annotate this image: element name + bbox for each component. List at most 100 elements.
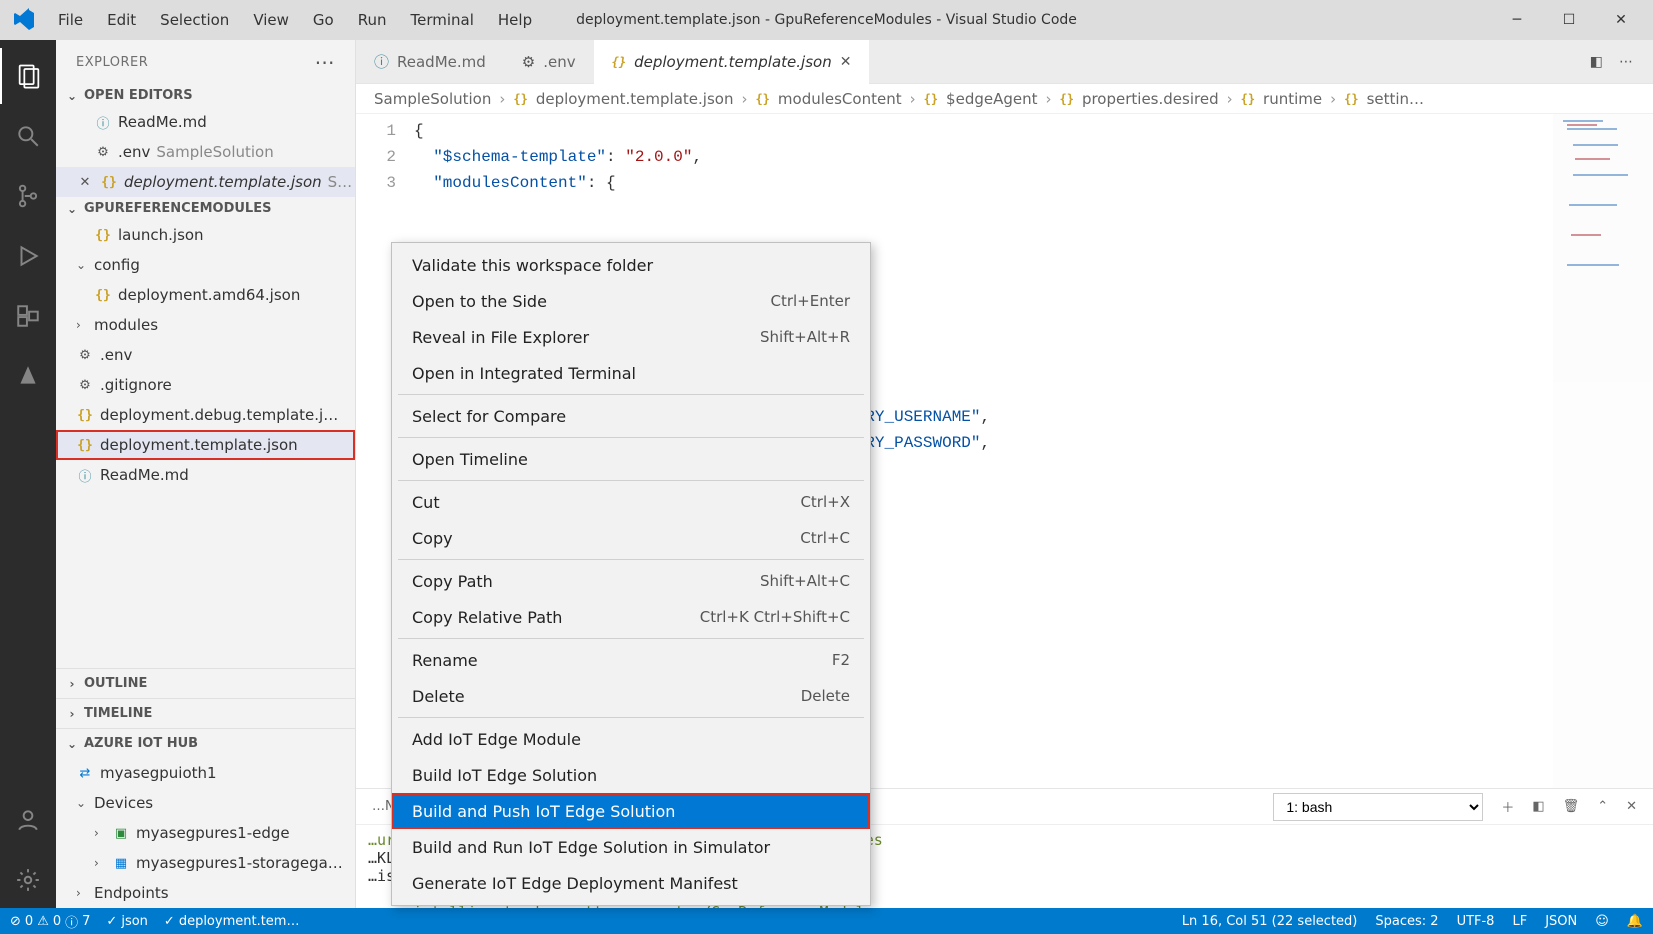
status-cursor[interactable]: Ln 16, Col 51 (22 selected)	[1182, 914, 1358, 929]
breadcrumb-item[interactable]: runtime	[1263, 90, 1322, 108]
open-editor-env[interactable]: ⚙ .env SampleSolution	[56, 137, 355, 167]
split-editor-icon[interactable]: ◧	[1590, 54, 1603, 70]
menu-item-label: Build and Push IoT Edge Solution	[412, 802, 675, 821]
context-menu-item[interactable]: Copy PathShift+Alt+C	[392, 563, 870, 599]
breadcrumb-item[interactable]: settin…	[1367, 90, 1424, 108]
breadcrumb-item[interactable]: properties.desired	[1082, 90, 1219, 108]
json-icon: {}	[94, 286, 112, 304]
kill-terminal-icon[interactable]: 🗑	[1563, 799, 1580, 814]
status-json-schema[interactable]: ✓ json	[106, 914, 147, 929]
breadcrumb-item[interactable]: deployment.template.json	[536, 90, 734, 108]
breadcrumb-item[interactable]: $edgeAgent	[946, 90, 1037, 108]
gear-icon: ⚙	[76, 346, 94, 364]
status-errors[interactable]: ⊘0 ⚠0 ⓘ7	[10, 912, 90, 931]
info-icon: ⓘ	[374, 51, 389, 72]
device-storage[interactable]: ›▦myasegpures1-storagega…	[56, 848, 355, 878]
file-readme[interactable]: ⓘReadMe.md	[56, 460, 355, 490]
outline-section[interactable]: ›OUTLINE	[56, 668, 355, 698]
context-menu-item[interactable]: Build and Run IoT Edge Solution in Simul…	[392, 829, 870, 865]
context-menu-item[interactable]: RenameF2	[392, 642, 870, 678]
menu-item-label: Copy Relative Path	[412, 608, 562, 627]
json-icon: {}	[76, 436, 94, 454]
activity-settings-icon[interactable]	[0, 852, 56, 908]
menu-item-label: Reveal in File Explorer	[412, 328, 589, 347]
tab-env[interactable]: ⚙.env	[504, 40, 594, 84]
context-menu-item[interactable]: Validate this workspace folder	[392, 247, 870, 283]
file-deployment-amd64[interactable]: {}deployment.amd64.json	[56, 280, 355, 310]
explorer-more-icon[interactable]: ⋯	[315, 50, 336, 74]
activity-explorer-icon[interactable]	[0, 48, 56, 104]
activity-debug-icon[interactable]	[0, 228, 56, 284]
activity-source-control-icon[interactable]	[0, 168, 56, 224]
folder-label: config	[94, 256, 140, 274]
status-encoding[interactable]: UTF-8	[1457, 914, 1495, 929]
workspace-section[interactable]: ⌄ GPUREFERENCEMODULES	[56, 197, 355, 220]
context-menu-item[interactable]: CopyCtrl+C	[392, 520, 870, 556]
context-menu-item[interactable]: Reveal in File Explorer Shift+Alt+R	[392, 319, 870, 355]
maximize-panel-icon[interactable]: ⌃	[1597, 799, 1608, 814]
menu-go[interactable]: Go	[303, 7, 344, 33]
file-env[interactable]: ⚙.env	[56, 340, 355, 370]
status-eol[interactable]: LF	[1512, 914, 1527, 929]
activity-search-icon[interactable]	[0, 108, 56, 164]
azure-iot-section[interactable]: ⌄AZURE IOT HUB	[56, 728, 355, 758]
terminal-select[interactable]: 1: bash	[1273, 793, 1483, 821]
status-feedback-icon[interactable]: ☺	[1595, 914, 1609, 929]
context-menu-item[interactable]: Generate IoT Edge Deployment Manifest	[392, 865, 870, 901]
file-deployment-debug-template[interactable]: {}deployment.debug.template.j…	[56, 400, 355, 430]
status-lang[interactable]: JSON	[1545, 914, 1577, 929]
context-menu-item[interactable]: Build and Push IoT Edge Solution	[392, 793, 870, 829]
tab-readme[interactable]: ⓘReadMe.md	[356, 40, 504, 84]
context-menu-item[interactable]: Copy Relative PathCtrl+K Ctrl+Shift+C	[392, 599, 870, 635]
timeline-section[interactable]: ›TIMELINE	[56, 698, 355, 728]
open-editor-deployment-template[interactable]: ✕ {} deployment.template.json S…	[56, 167, 355, 197]
split-terminal-icon[interactable]: ◧	[1532, 799, 1544, 814]
iot-hub[interactable]: ⇄myasegpuioth1	[56, 758, 355, 788]
open-editor-readme[interactable]: ⓘ ReadMe.md	[56, 107, 355, 137]
file-deployment-template[interactable]: {}deployment.template.json	[56, 430, 355, 460]
maximize-button[interactable]: ☐	[1545, 4, 1593, 36]
menu-run[interactable]: Run	[348, 7, 397, 33]
activity-azure-icon[interactable]	[0, 348, 56, 404]
new-terminal-icon[interactable]: ＋	[1501, 797, 1514, 816]
context-menu-item[interactable]: Add IoT Edge Module	[392, 721, 870, 757]
open-editors-section[interactable]: ⌄ OPEN EDITORS	[56, 84, 355, 107]
menu-shortcut: Shift+Alt+R	[760, 328, 850, 346]
status-deploy[interactable]: ✓ deployment.tem…	[164, 914, 300, 929]
close-icon[interactable]: ✕	[76, 173, 94, 191]
context-menu-item[interactable]: CutCtrl+X	[392, 484, 870, 520]
more-actions-icon[interactable]: ⋯	[1619, 54, 1633, 70]
file-gitignore[interactable]: ⚙.gitignore	[56, 370, 355, 400]
menu-view[interactable]: View	[243, 7, 299, 33]
close-panel-icon[interactable]: ✕	[1626, 799, 1637, 814]
close-icon[interactable]: ✕	[840, 54, 852, 70]
context-menu-item[interactable]: Build IoT Edge Solution	[392, 757, 870, 793]
close-button[interactable]: ✕	[1597, 4, 1645, 36]
activity-extensions-icon[interactable]	[0, 288, 56, 344]
folder-modules[interactable]: ›modules	[56, 310, 355, 340]
context-menu-item[interactable]: Open in Integrated Terminal	[392, 355, 870, 391]
context-menu-item[interactable]: Select for Compare	[392, 398, 870, 434]
endpoints-node[interactable]: ›Endpoints	[56, 878, 355, 908]
file-launch-json[interactable]: {}launch.json	[56, 220, 355, 250]
minimize-button[interactable]: ─	[1493, 4, 1541, 36]
minimap[interactable]	[1553, 114, 1653, 788]
menu-selection[interactable]: Selection	[150, 7, 239, 33]
device-edge[interactable]: ›▣myasegpures1-edge	[56, 818, 355, 848]
tab-deployment-template[interactable]: {}deployment.template.json✕	[594, 40, 870, 84]
folder-config[interactable]: ⌄config	[56, 250, 355, 280]
breadcrumb[interactable]: SampleSolution› {}deployment.template.js…	[356, 84, 1653, 114]
menu-file[interactable]: File	[48, 7, 93, 33]
context-menu-item[interactable]: Open to the SideCtrl+Enter	[392, 283, 870, 319]
breadcrumb-item[interactable]: modulesContent	[778, 90, 902, 108]
menu-edit[interactable]: Edit	[97, 7, 146, 33]
activity-account-icon[interactable]	[0, 792, 56, 848]
status-spaces[interactable]: Spaces: 2	[1375, 914, 1438, 929]
menu-terminal[interactable]: Terminal	[401, 7, 484, 33]
context-menu-item[interactable]: DeleteDelete	[392, 678, 870, 714]
context-menu-item[interactable]: Open Timeline	[392, 441, 870, 477]
status-bell-icon[interactable]: 🔔	[1627, 914, 1643, 929]
devices-node[interactable]: ⌄Devices	[56, 788, 355, 818]
menu-help[interactable]: Help	[488, 7, 542, 33]
breadcrumb-item[interactable]: SampleSolution	[374, 90, 491, 108]
